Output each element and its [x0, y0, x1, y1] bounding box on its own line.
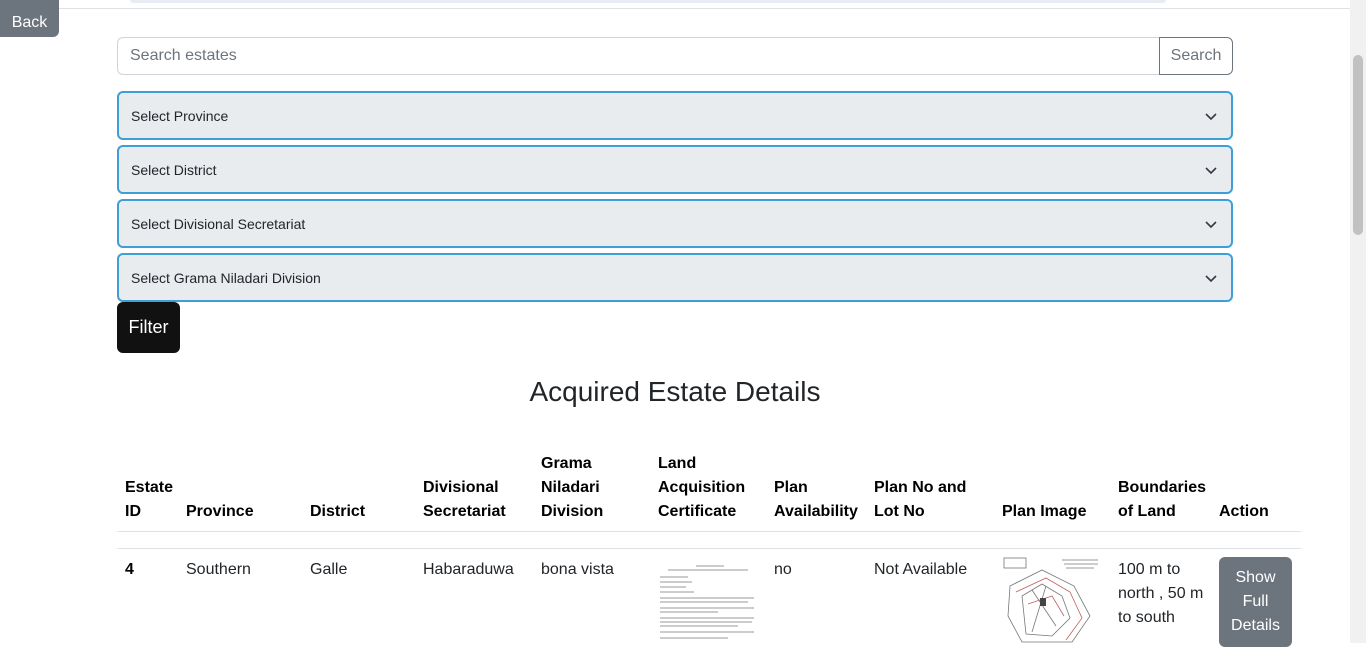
scrollbar-thumb[interactable] [1353, 55, 1363, 235]
chevron-down-icon [1205, 113, 1217, 121]
header-grama-niladari-division: Grama Niladari Division [541, 455, 604, 520]
vertical-scrollbar[interactable] [1350, 0, 1366, 643]
province-select[interactable]: Select Province [117, 91, 1233, 140]
plan-image-thumbnail[interactable] [1002, 556, 1102, 643]
header-province: Province [186, 503, 254, 520]
top-bar-remnant [130, 0, 1166, 3]
show-full-details-button[interactable]: Show Full Details [1219, 557, 1292, 647]
search-group: Search [117, 37, 1233, 75]
header-district: District [310, 503, 366, 520]
district-select-label: Select District [131, 161, 217, 178]
header-plan-availability: Plan Availability [774, 479, 858, 520]
province-select-label: Select Province [131, 107, 229, 124]
table-header-border [117, 531, 1301, 532]
header-plan-image: Plan Image [1002, 503, 1087, 520]
divisional-select-label: Select Divisional Secretariat [131, 215, 306, 232]
header-boundaries-of-land: Boundaries of Land [1118, 479, 1207, 520]
header-estate-id: Estate ID [125, 479, 174, 520]
cell-estate-id: 4 [125, 561, 134, 578]
table-row-border [117, 548, 1301, 549]
grama-select-label: Select Grama Niladari Division [131, 269, 321, 286]
district-select[interactable]: Select District [117, 145, 1233, 194]
cell-province: Southern [186, 561, 251, 578]
cell-divisional-secretariat: Habaraduwa [423, 561, 514, 578]
divisional-secretariat-select[interactable]: Select Divisional Secretariat [117, 199, 1233, 248]
chevron-down-icon [1205, 221, 1217, 229]
certificate-thumbnail[interactable] [658, 560, 758, 643]
cell-plan-availability: no [774, 561, 792, 578]
cell-district: Galle [310, 561, 348, 578]
chevron-down-icon [1205, 275, 1217, 283]
header-divisional-secretariat: Divisional Secretariat [423, 479, 506, 520]
page-title: Acquired Estate Details [529, 376, 821, 407]
filter-button[interactable]: Filter [117, 302, 180, 353]
grama-niladari-select[interactable]: Select Grama Niladari Division [117, 253, 1233, 302]
back-button[interactable]: Back [0, 0, 59, 37]
search-button[interactable]: Search [1159, 37, 1233, 75]
header-plan-no-lot-no: Plan No and Lot No [874, 479, 967, 520]
top-divider [0, 8, 1350, 9]
cell-grama-niladari-division: bona vista [541, 561, 614, 578]
header-action: Action [1219, 503, 1269, 520]
cell-plan-no-lot-no: Not Available [874, 561, 968, 578]
header-land-acquisition-certificate: Land Acquisition Certificate [658, 455, 746, 520]
search-input[interactable] [117, 37, 1159, 75]
chevron-down-icon [1205, 167, 1217, 175]
cell-boundaries-of-land: 100 m to north , 50 m to south [1118, 561, 1204, 626]
